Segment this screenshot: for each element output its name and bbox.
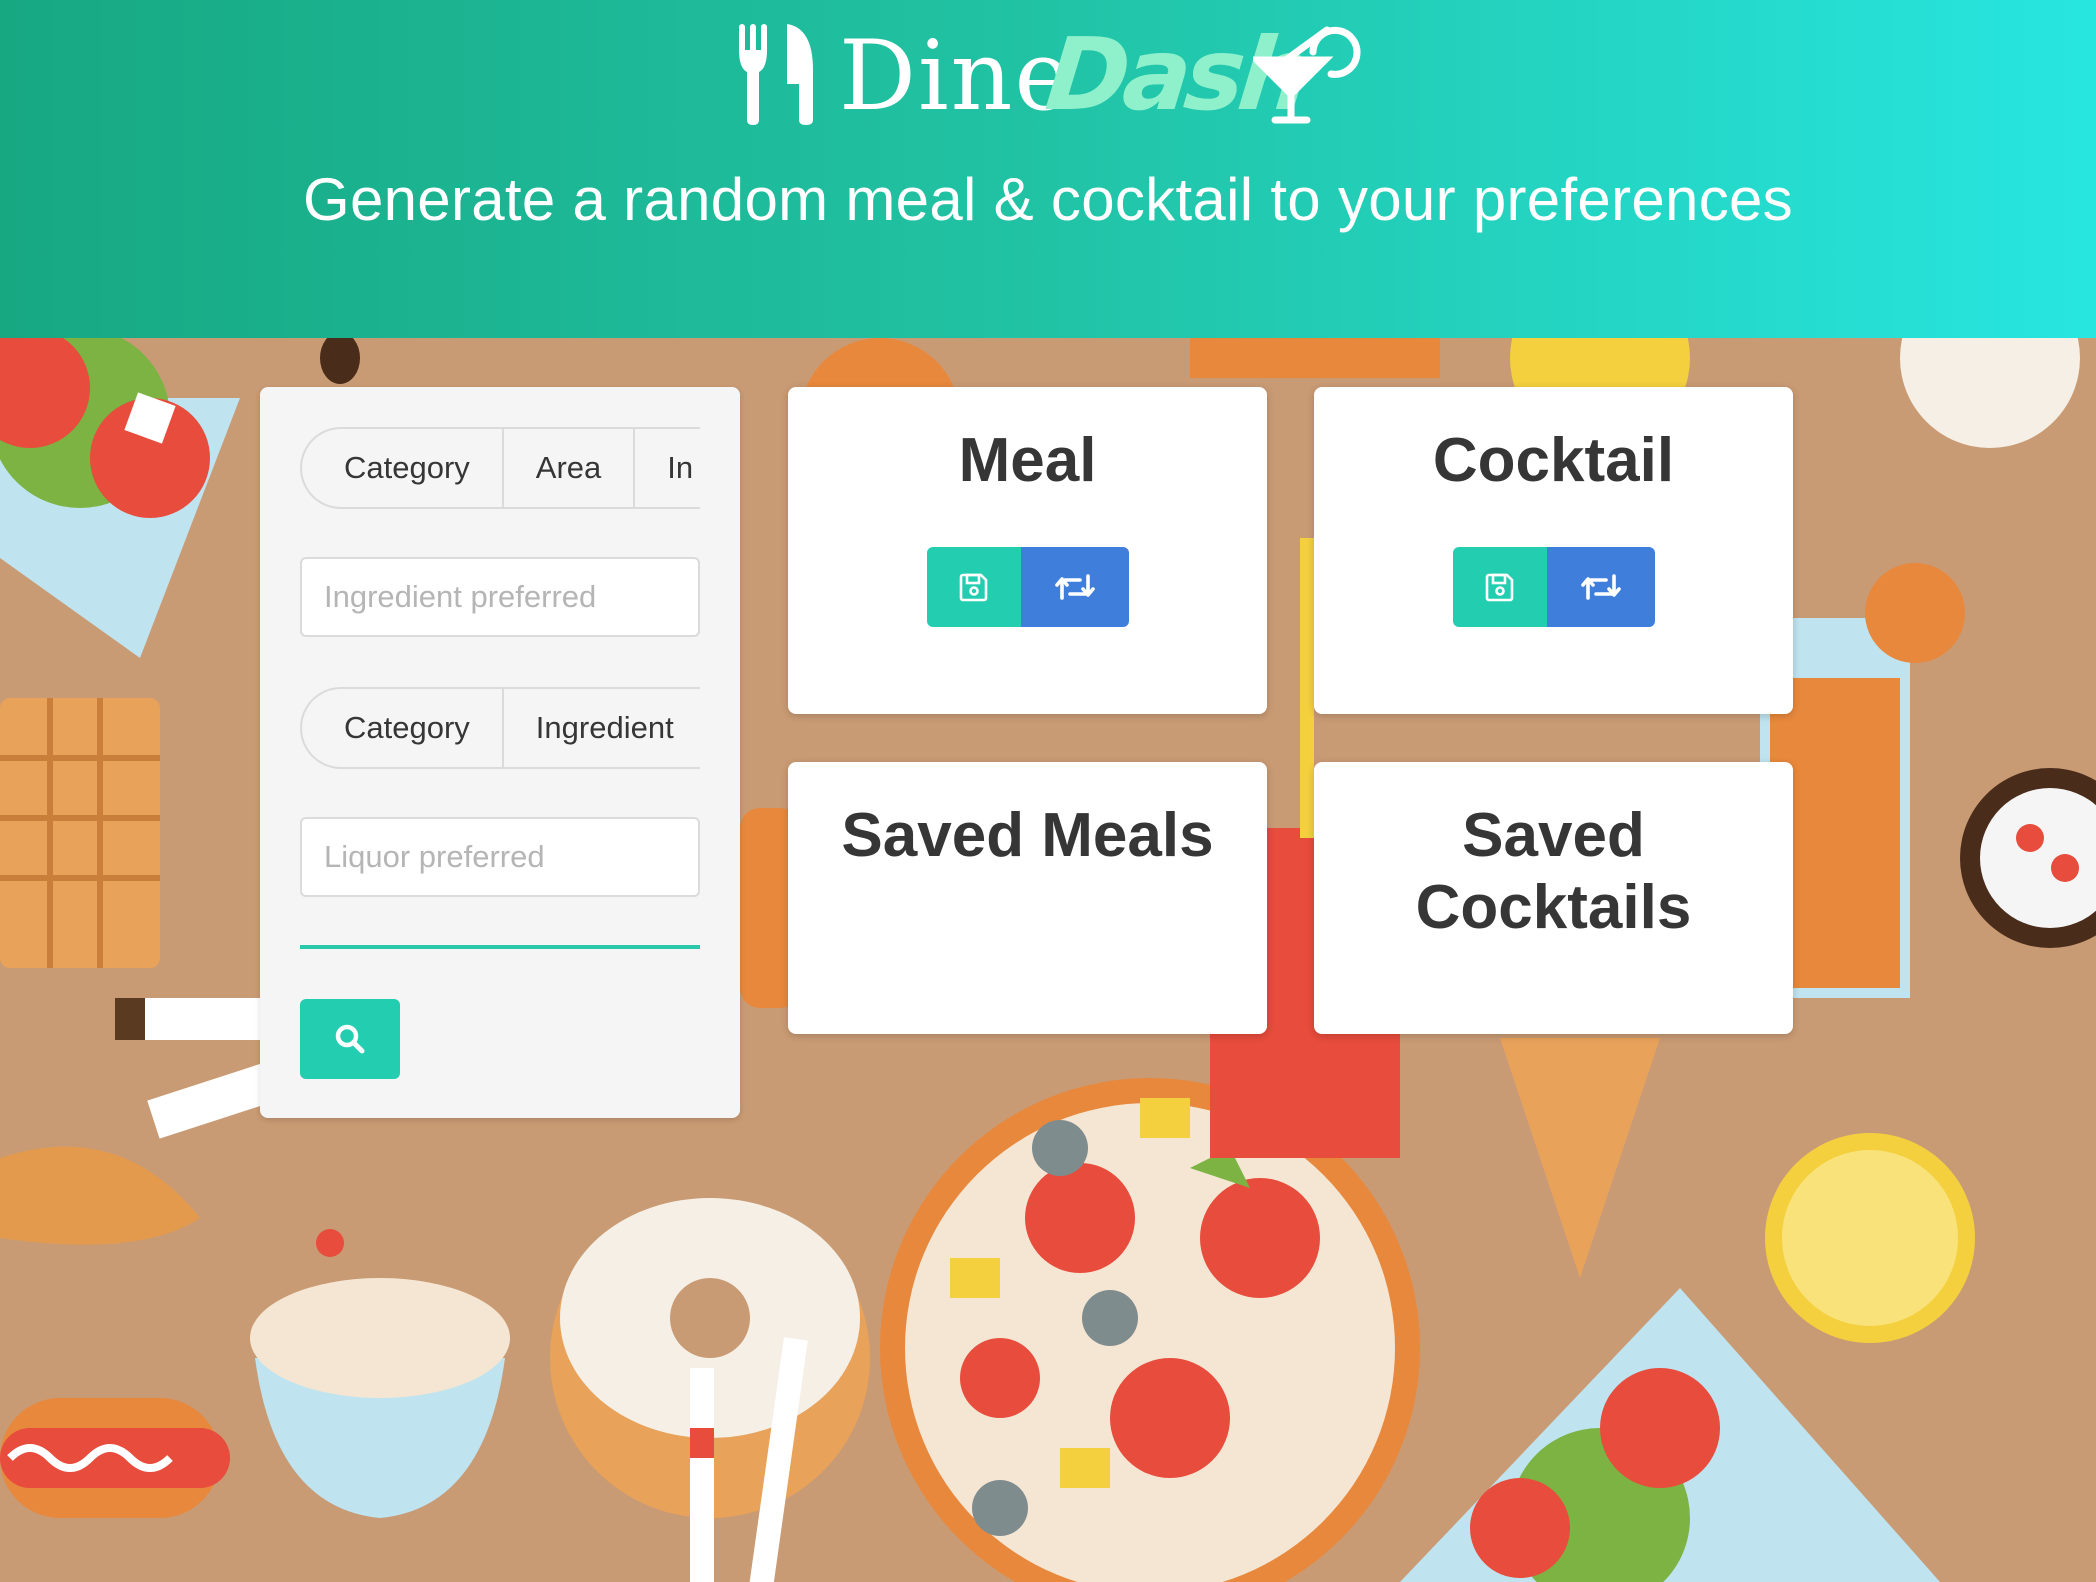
cocktail-filter-tabs: Category Ingredient xyxy=(300,687,700,769)
meal-tab-ingredient[interactable]: In xyxy=(635,429,700,507)
save-icon xyxy=(1485,573,1513,602)
save-meal-button[interactable] xyxy=(926,547,1021,627)
save-icon xyxy=(959,573,987,602)
page-tagline: Generate a random meal & cocktail to you… xyxy=(303,166,1793,233)
new-meal-button[interactable] xyxy=(1020,547,1129,627)
cocktail-card: Cocktail xyxy=(1314,387,1793,714)
saved-meals-title: Saved Meals xyxy=(841,801,1214,870)
saved-cocktails-title: Saved Cocktails xyxy=(1314,762,1793,944)
cocktail-tab-category[interactable]: Category xyxy=(302,689,504,767)
cocktail-tab-ingredient[interactable]: Ingredient xyxy=(504,689,700,767)
search-button[interactable] xyxy=(300,999,400,1079)
meal-card: Meal xyxy=(788,387,1267,714)
header-banner: Dine Dash Generate a random meal & cockt… xyxy=(0,0,2096,338)
meal-tab-area[interactable]: Area xyxy=(504,429,636,507)
meal-tab-category[interactable]: Category xyxy=(302,429,504,507)
fork-knife-icon xyxy=(739,24,813,125)
new-cocktail-button[interactable] xyxy=(1546,547,1655,627)
meal-actions xyxy=(926,547,1129,627)
ingredient-input[interactable] xyxy=(300,557,700,637)
saved-cocktails-card: Saved Cocktails xyxy=(1314,762,1793,1034)
cocktail-actions xyxy=(1452,547,1655,627)
save-cocktail-button[interactable] xyxy=(1452,547,1547,627)
logo-dine-text: Dine xyxy=(839,20,1074,132)
meal-card-title: Meal xyxy=(958,426,1097,495)
saved-cocktails-title-line1: Saved xyxy=(1462,801,1645,870)
cocktail-glass-icon xyxy=(1253,26,1361,124)
cocktail-card-title: Cocktail xyxy=(1432,426,1675,495)
search-icon xyxy=(335,1024,365,1054)
meal-filter-tabs: Category Area In xyxy=(300,427,700,509)
retweet-icon xyxy=(1580,574,1621,600)
saved-meals-card: Saved Meals xyxy=(788,762,1267,1034)
preferences-panel: Category Area In Category Ingredient xyxy=(260,387,740,1118)
retweet-icon xyxy=(1054,574,1095,600)
saved-cocktails-title-line2: Cocktails xyxy=(1415,873,1692,942)
divider xyxy=(300,945,700,949)
liquor-input[interactable] xyxy=(300,817,700,897)
app-logo: Dine Dash xyxy=(735,16,1365,133)
